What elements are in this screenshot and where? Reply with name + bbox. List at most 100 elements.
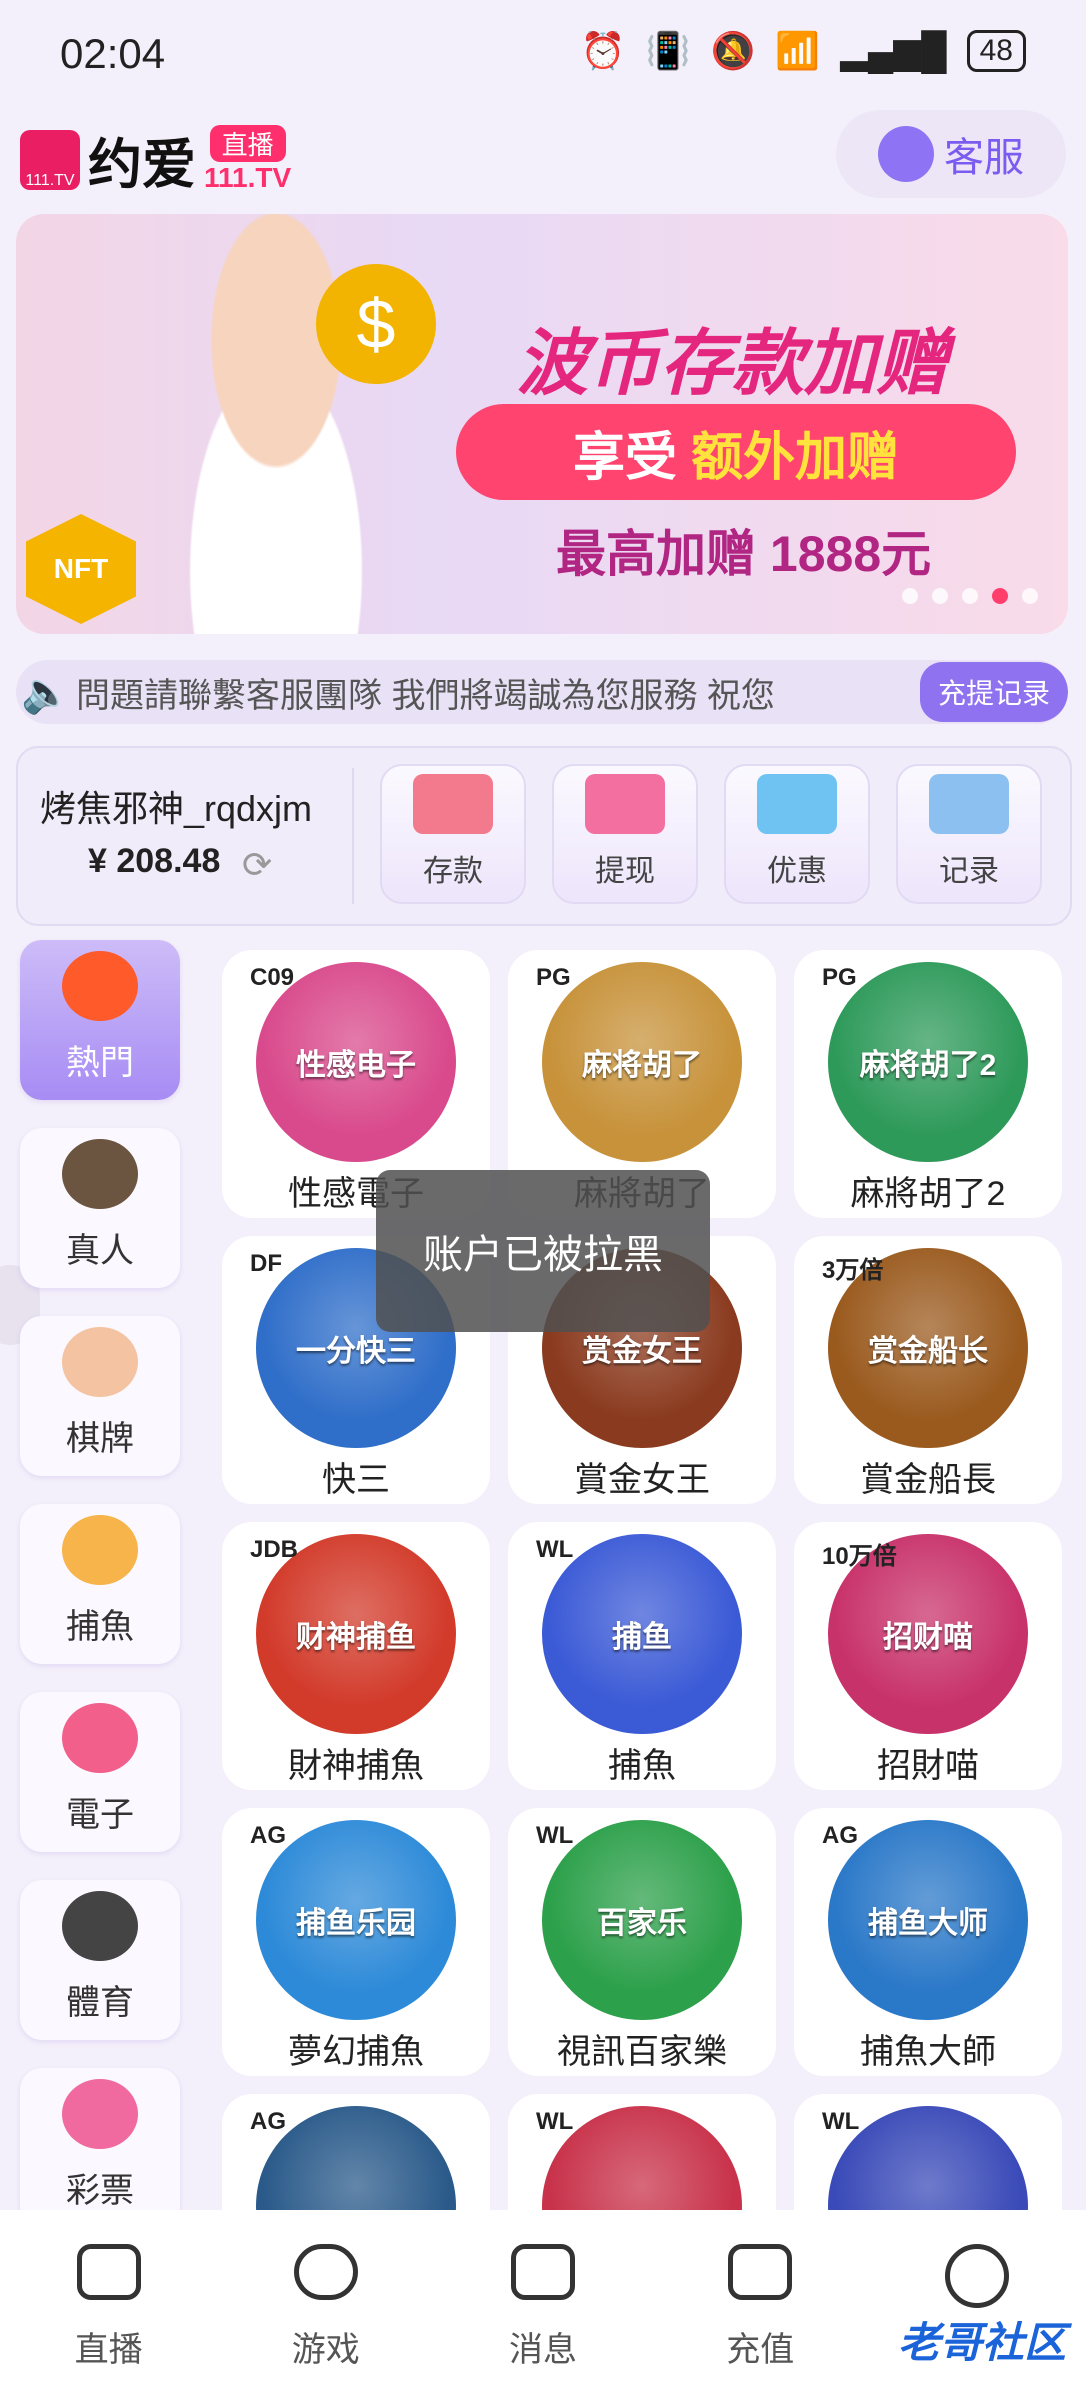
category-cards-icon (62, 1327, 138, 1397)
provider-tag: DF (250, 1250, 282, 1277)
vibrate-icon: 📳 (645, 30, 691, 71)
game-name: 捕魚大師 (860, 2033, 996, 2071)
nav-live[interactable]: 直播 (0, 2210, 217, 2400)
wifi-icon: 📶 (775, 30, 821, 71)
promo-banner[interactable]: NFT $ 波币存款加赠 享受 额外加赠 最高加赠 1888元 (16, 214, 1068, 634)
carousel-dot[interactable] (962, 588, 978, 604)
category-fishing[interactable]: 捕魚 (20, 1504, 180, 1664)
game-thumbnail: 百家乐 (542, 1820, 742, 2020)
nft-badge: NFT (26, 514, 136, 624)
carousel-dot[interactable] (932, 588, 948, 604)
nav-recharge[interactable]: 充值 (652, 2210, 869, 2400)
provider-tag: AG (250, 2108, 286, 2135)
gift-icon (757, 774, 837, 834)
category-cards[interactable]: 棋牌 (20, 1316, 180, 1476)
game-thumbnail: 财神捕鱼 (256, 1534, 456, 1734)
battery-indicator: 48 (966, 30, 1026, 72)
smiley-icon (945, 2244, 1010, 2308)
game-name: 捕魚 (608, 1747, 676, 1785)
category-lottery[interactable]: 彩票 (20, 2068, 180, 2228)
nav-messages[interactable]: 消息 (434, 2210, 651, 2400)
category-hot-icon (62, 951, 138, 1021)
banner-title: 波币存款加赠 (516, 324, 949, 404)
game-thumbnail: 捕鱼 (542, 1534, 742, 1734)
promotions-button[interactable]: 优惠 (724, 764, 870, 904)
game-name: 夢幻捕魚 (288, 2033, 424, 2071)
nav-games[interactable]: 游戏 (217, 2210, 434, 2400)
carousel-dot[interactable] (1022, 588, 1038, 604)
provider-tag: WL (536, 1536, 574, 1563)
status-bar: 02:04 ⏰ 📳 🔕 📶 ▂▄▆█ 48 (0, 0, 1086, 110)
gamepad-icon (293, 2244, 358, 2300)
card-icon (413, 774, 493, 834)
game-thumbnail: 捕鱼大师 (828, 1820, 1028, 2020)
deposit-button[interactable]: 存款 (380, 764, 526, 904)
quick-action-label: 记录 (939, 855, 999, 888)
records-button[interactable]: 记录 (896, 764, 1042, 904)
announcement-marquee: 🔈 問題請聯繫客服團隊 我們將竭誠為您服務 祝您 充提记录 (16, 660, 1068, 724)
nav-label: 充值 (726, 2331, 795, 2369)
provider-tag: 3万倍 (822, 1257, 884, 1284)
live-badge: 直播 111.TV (204, 125, 291, 194)
game-card[interactable]: 招财喵 10万倍 招財喵 (794, 1522, 1062, 1790)
carousel-dot-active[interactable] (992, 588, 1008, 604)
category-live[interactable]: 真人 (20, 1128, 180, 1288)
category-hot[interactable]: 熱門 (20, 940, 180, 1100)
quick-action-label: 存款 (423, 855, 483, 888)
game-name: 招財喵 (877, 1747, 979, 1785)
category-label: 體育 (66, 1984, 134, 2022)
toast-message: 账户已被拉黑 (376, 1170, 710, 1332)
dollar-coin-icon: $ (316, 264, 436, 384)
game-name: 財神捕魚 (288, 1747, 424, 1785)
nav-label: 直播 (74, 2331, 143, 2369)
status-time: 02:04 (60, 30, 166, 77)
provider-tag: AG (250, 1822, 286, 1849)
chat-icon (511, 2244, 575, 2300)
customer-service-label: 客服 (944, 136, 1024, 180)
game-name: 麻將胡了2 (850, 1175, 1006, 1213)
withdraw-button[interactable]: 提现 (552, 764, 698, 904)
user-panel: 烤焦邪神_rqdxjm ¥ 208.48 ⟳ 存款 提现 优惠 记录 (16, 746, 1072, 926)
game-card[interactable]: 捕鱼 WL 捕魚 (508, 1522, 776, 1790)
game-thumbnail: 性感电子 (256, 962, 456, 1162)
watermark: 老哥社区 (897, 2319, 1066, 2366)
game-thumbnail: 麻将胡了 (542, 962, 742, 1162)
app-logo[interactable]: 111.TV 约爱 直播 111.TV (20, 120, 291, 199)
customer-service-button[interactable]: 客服 (836, 110, 1066, 198)
signal-icon: ▂▄▆█ (840, 30, 947, 71)
carousel-dots[interactable] (902, 588, 1038, 604)
game-card[interactable]: 百家乐 WL 視訊百家樂 (508, 1808, 776, 2076)
provider-tag: WL (536, 2108, 574, 2135)
nav-profile[interactable] (869, 2210, 1086, 2400)
category-sports[interactable]: 體育 (20, 1880, 180, 2040)
banner-pill: 享受 额外加赠 (456, 404, 1016, 500)
game-card[interactable]: 赏金船长 3万倍 賞金船長 (794, 1236, 1062, 1504)
provider-tag: PG (536, 964, 571, 991)
game-card[interactable]: 麻将胡了2 PG 麻將胡了2 (794, 950, 1062, 1218)
mute-icon: 🔕 (710, 30, 756, 71)
category-slots[interactable]: 電子 (20, 1692, 180, 1852)
provider-tag: WL (536, 1822, 574, 1849)
game-card[interactable]: 财神捕鱼 JDB 財神捕魚 (222, 1522, 490, 1790)
game-card[interactable]: 捕鱼乐园 AG 夢幻捕魚 (222, 1808, 490, 2076)
logo-mark: 111.TV (20, 129, 80, 190)
money-bag-icon (585, 774, 665, 834)
game-name: 快三 (322, 1461, 390, 1499)
carousel-dot[interactable] (902, 588, 918, 604)
category-label: 真人 (66, 1232, 134, 1270)
refresh-icon[interactable]: ⟳ (242, 844, 272, 886)
game-name: 賞金船長 (860, 1461, 996, 1499)
app-name: 约爱 (88, 135, 196, 195)
category-label: 棋牌 (66, 1420, 134, 1458)
category-label: 電子 (66, 1796, 134, 1834)
status-icons: ⏰ 📳 🔕 📶 ▂▄▆█ 48 (581, 30, 1026, 72)
live-badge-top: 直播 (209, 125, 286, 162)
category-live-icon (62, 1139, 138, 1209)
announcement-text: 問題請聯繫客服團隊 我們將竭誠為您服務 祝您 (76, 676, 775, 715)
alarm-icon: ⏰ (580, 30, 626, 71)
provider-tag: C09 (250, 964, 295, 991)
game-card[interactable]: 捕鱼大师 AG 捕魚大師 (794, 1808, 1062, 2076)
provider-tag: WL (822, 2108, 860, 2135)
wallet-icon (728, 2244, 793, 2300)
deposit-withdraw-records-button[interactable]: 充提记录 (919, 662, 1068, 722)
